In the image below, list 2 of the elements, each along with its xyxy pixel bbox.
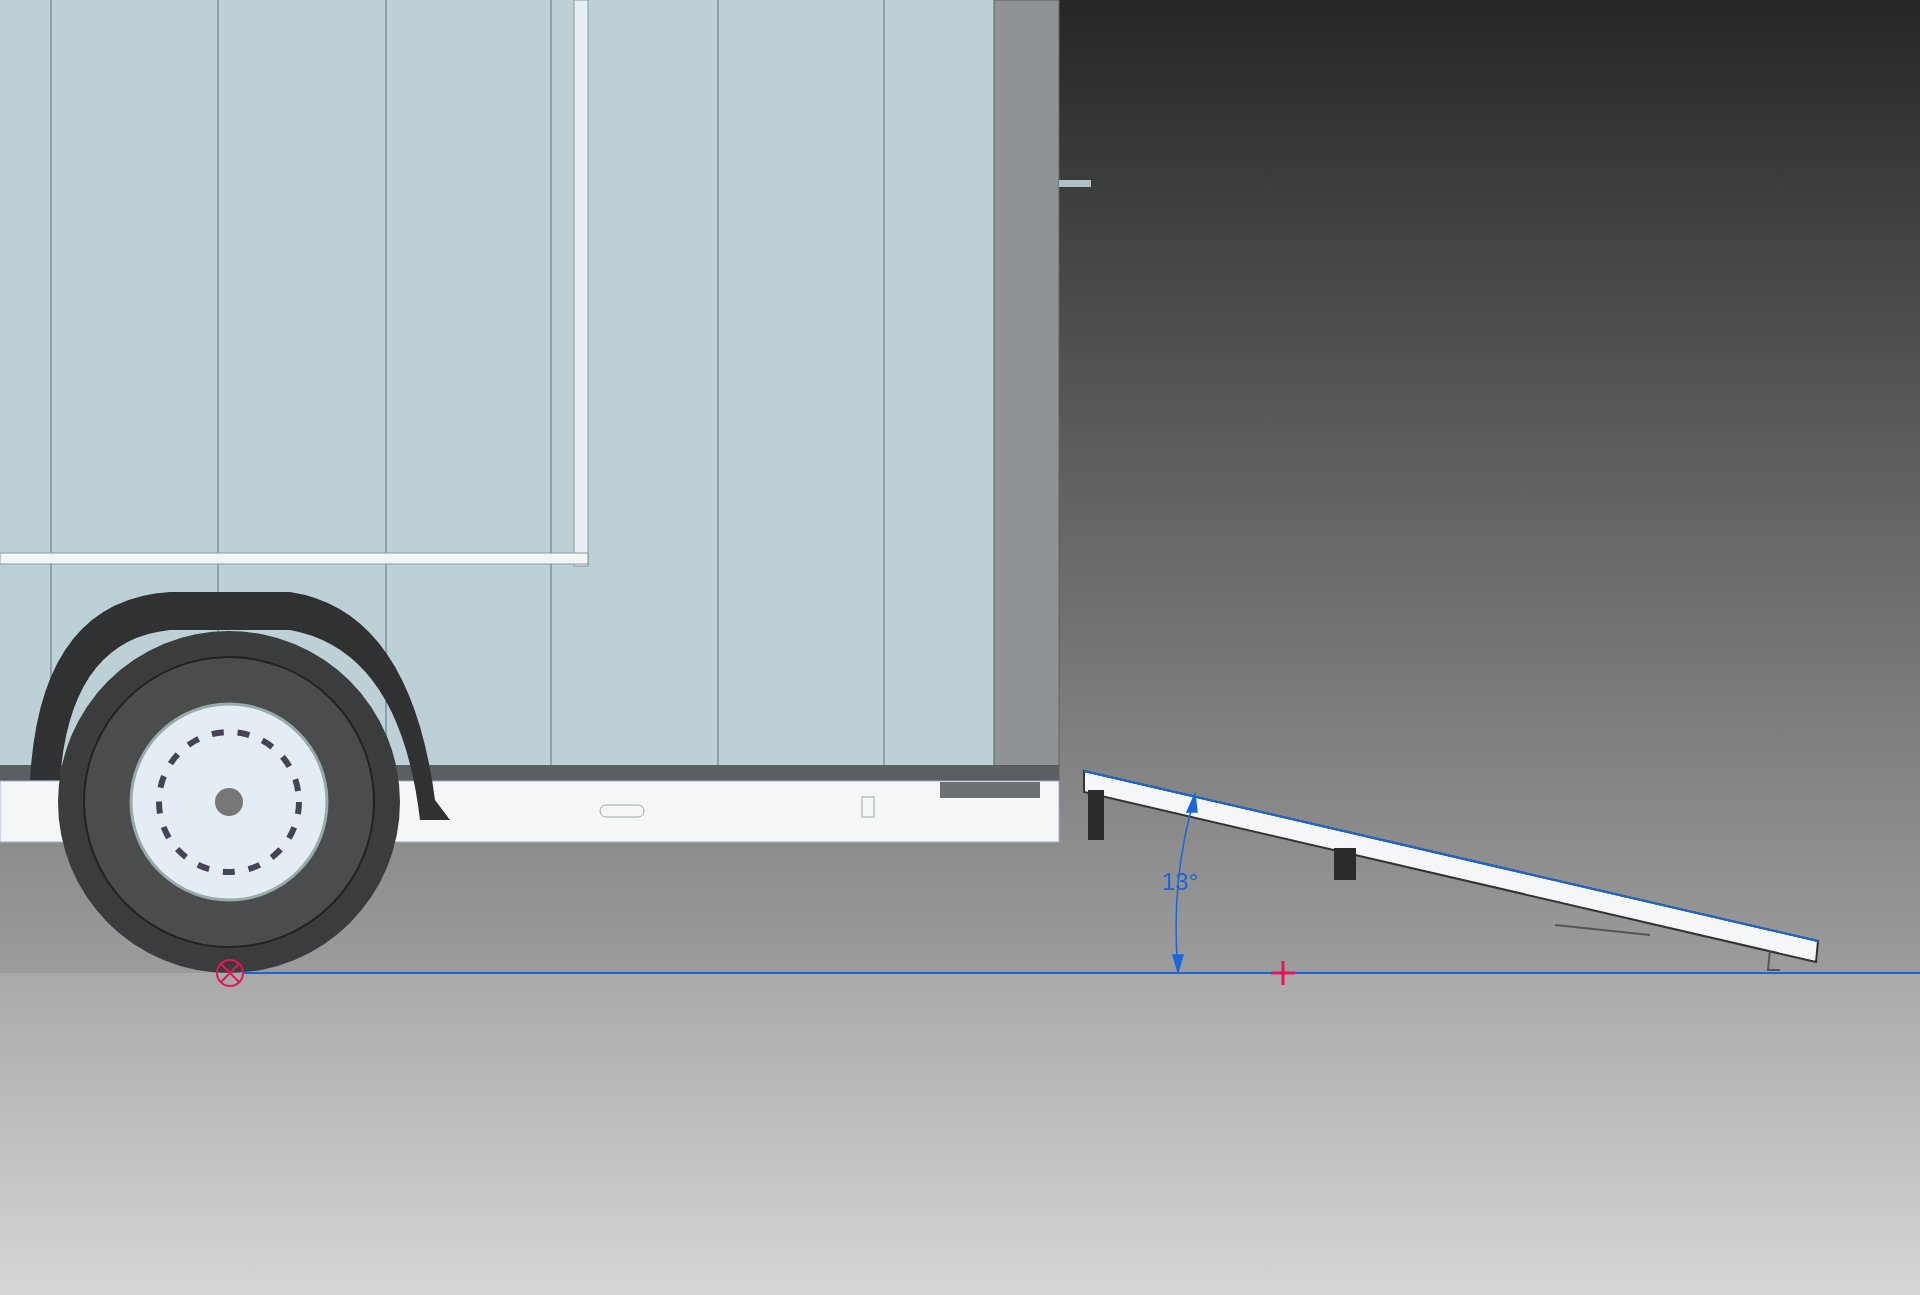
origin-marker-icon — [216, 959, 244, 987]
crosshair-marker-icon — [1271, 961, 1295, 985]
